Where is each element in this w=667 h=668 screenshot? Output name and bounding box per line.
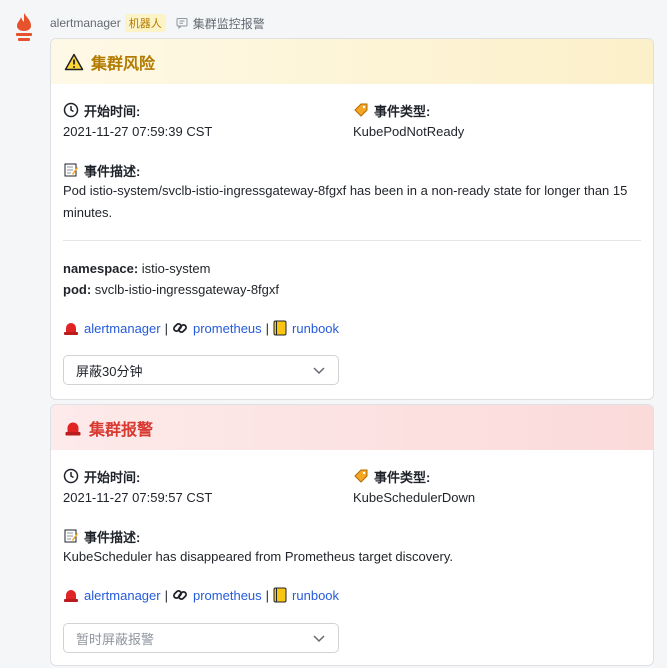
labels-block: namespace: istio-system pod: svclb-istio…	[63, 258, 279, 300]
sender-name[interactable]: alertmanager	[50, 16, 121, 30]
description-field: 事件描述:	[63, 527, 140, 545]
start-time-label: 开始时间:	[84, 469, 141, 485]
card-title: 集群风险	[91, 55, 156, 73]
clock-icon	[63, 102, 79, 118]
silence-select-placeholder: 暂时屏蔽报警	[76, 631, 155, 647]
separator: |	[164, 587, 168, 603]
separator: |	[164, 320, 168, 336]
event-type-label: 事件类型:	[374, 469, 431, 485]
link-row: alertmanager | prometheus | runbook	[63, 320, 339, 336]
pod-key: pod:	[63, 282, 92, 297]
silence-select-value: 屏蔽30分钟	[76, 363, 143, 379]
alertmanager-link[interactable]: alertmanager	[84, 321, 161, 336]
card-header: 集群报警	[51, 405, 653, 450]
group-name-link[interactable]: 集群监控报警	[193, 15, 265, 32]
memo-icon	[64, 529, 78, 543]
bot-badge: 机器人	[124, 14, 166, 32]
chevron-down-icon	[313, 367, 325, 375]
namespace-key: namespace:	[63, 261, 139, 276]
start-time-value: 2021-11-27 07:59:39 CST	[63, 124, 213, 139]
silence-select[interactable]: 暂时屏蔽报警	[63, 623, 339, 653]
link-row: alertmanager | prometheus | runbook	[63, 587, 339, 603]
memo-icon	[64, 163, 78, 177]
alert-card-alarm: 集群报警 开始时间: 2021-11-27 07:59:57 CST 事件类型:…	[50, 404, 654, 666]
siren-icon	[65, 422, 81, 435]
description-value: KubeScheduler has disappeared from Prome…	[63, 549, 453, 564]
clock-icon	[63, 468, 79, 484]
siren-icon	[63, 321, 79, 335]
event-type-value: KubeSchedulerDown	[353, 490, 476, 505]
message-header: alertmanager 机器人 集群监控报警	[50, 13, 265, 33]
card-header: 集群风险	[51, 39, 653, 84]
event-type-field: 事件类型: KubeSchedulerDown	[353, 467, 475, 505]
start-time-value: 2021-11-27 07:59:57 CST	[63, 490, 213, 505]
siren-icon	[63, 588, 79, 602]
chat-bubble-icon	[176, 18, 188, 29]
paperclip-icon	[172, 320, 188, 336]
prometheus-link[interactable]: prometheus	[193, 321, 262, 336]
description-field: 事件描述:	[63, 161, 140, 179]
event-type-value: KubePodNotReady	[353, 124, 465, 139]
alertmanager-link[interactable]: alertmanager	[84, 588, 161, 603]
description-label: 事件描述:	[84, 163, 141, 179]
notebook-icon	[273, 587, 287, 603]
pod-row: pod: svclb-istio-ingressgateway-8fgxf	[63, 279, 279, 300]
namespace-value: istio-system	[141, 261, 211, 276]
pod-value: svclb-istio-ingressgateway-8fgxf	[94, 282, 280, 297]
prometheus-link[interactable]: prometheus	[193, 588, 262, 603]
notebook-icon	[273, 320, 287, 336]
namespace-row: namespace: istio-system	[63, 258, 279, 279]
silence-select[interactable]: 屏蔽30分钟	[63, 355, 339, 385]
warning-icon	[64, 53, 84, 70]
divider	[63, 240, 641, 241]
description-value: Pod istio-system/svclb-istio-ingressgate…	[63, 183, 628, 220]
runbook-link[interactable]: runbook	[292, 588, 339, 603]
tag-icon	[354, 469, 368, 483]
start-time-field: 开始时间: 2021-11-27 07:59:57 CST	[63, 467, 212, 505]
alert-card-risk: 集群风险 开始时间: 2021-11-27 07:59:39 CST 事件类型:…	[50, 38, 654, 400]
description-label: 事件描述:	[84, 529, 141, 545]
separator: |	[265, 320, 270, 336]
event-type-field: 事件类型: KubePodNotReady	[353, 101, 464, 139]
start-time-label: 开始时间:	[84, 103, 141, 119]
runbook-link[interactable]: runbook	[292, 321, 339, 336]
start-time-field: 开始时间: 2021-11-27 07:59:39 CST	[63, 101, 212, 139]
tag-icon	[354, 103, 368, 117]
chevron-down-icon	[313, 635, 325, 643]
event-type-label: 事件类型:	[374, 103, 431, 119]
separator: |	[265, 587, 270, 603]
card-title: 集群报警	[89, 421, 154, 439]
paperclip-icon	[172, 587, 188, 603]
prometheus-avatar-icon[interactable]	[12, 12, 36, 42]
